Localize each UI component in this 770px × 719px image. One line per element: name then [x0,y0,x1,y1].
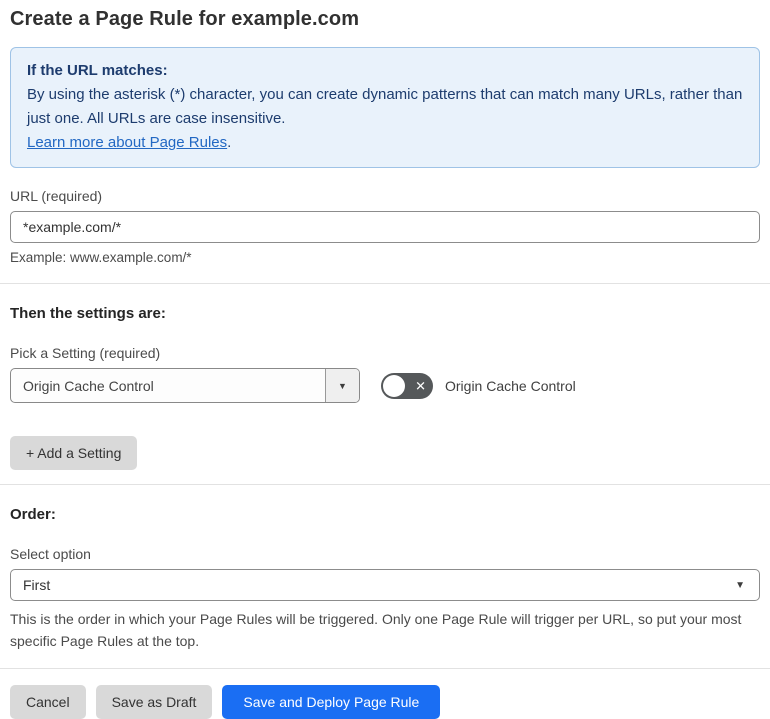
url-match-info-box: If the URL matches: By using the asteris… [10,47,760,168]
actions-row: Cancel Save as Draft Save and Deploy Pag… [10,685,760,719]
x-icon: ✕ [415,378,426,393]
setting-row: Origin Cache Control ▼ ✕ Origin Cache Co… [10,368,760,403]
setting-picker-group: Pick a Setting (required) Origin Cache C… [10,345,760,403]
url-example-text: Example: www.example.com/* [10,250,192,265]
origin-cache-control-toggle-group: ✕ Origin Cache Control [381,372,576,399]
save-as-draft-button[interactable]: Save as Draft [95,685,213,719]
info-box-link-line: Learn more about Page Rules. [27,131,743,155]
url-field-group: URL (required) Example: www.example.com/… [10,188,760,265]
order-section-heading: Order: [10,506,56,523]
toggle-knob [383,374,405,397]
link-period: . [227,134,232,151]
divider [0,668,770,669]
origin-cache-control-toggle[interactable]: ✕ [381,372,433,399]
add-setting-button[interactable]: + Add a Setting [10,436,138,470]
order-select[interactable]: First ▼ [10,569,760,601]
page-title: Create a Page Rule for example.com [10,8,360,30]
url-field-label: URL (required) [10,188,103,204]
order-select-label: Select option [10,546,91,562]
order-select-group: Select option First ▼ This is the order … [10,546,760,652]
info-box-body: By using the asterisk (*) character, you… [27,86,743,127]
setting-combobox[interactable]: Origin Cache Control ▼ [10,368,360,403]
save-and-deploy-button[interactable]: Save and Deploy Page Rule [222,685,441,719]
info-box-heading: If the URL matches: [27,62,168,79]
setting-picker-label: Pick a Setting (required) [10,345,161,361]
divider [0,283,770,284]
chevron-down-icon: ▼ [735,579,745,591]
settings-section-heading: Then the settings are: [10,305,166,322]
divider [0,484,770,485]
setting-combobox-value: Origin Cache Control [23,377,154,394]
chevron-down-icon[interactable]: ▼ [325,369,359,402]
url-input[interactable] [10,211,760,243]
toggle-label: Origin Cache Control [445,377,576,394]
order-select-value: First [23,577,51,593]
learn-more-link[interactable]: Learn more about Page Rules [27,134,227,151]
order-help-text: This is the order in which your Page Rul… [10,611,742,649]
cancel-button[interactable]: Cancel [10,685,86,719]
